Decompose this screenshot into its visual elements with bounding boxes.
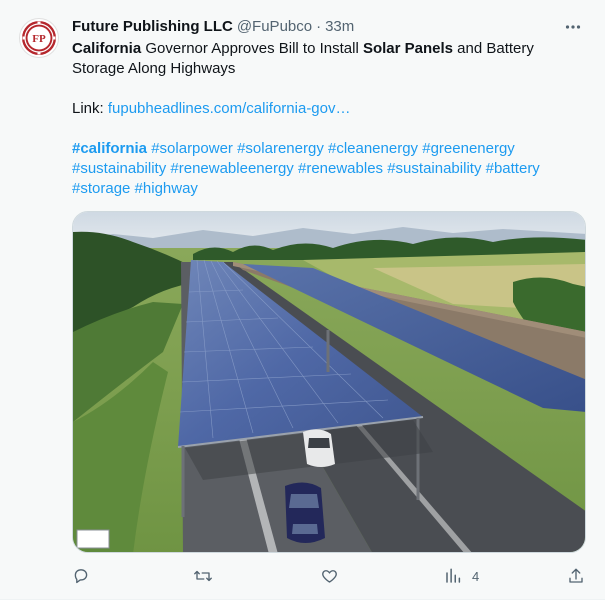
share-icon — [569, 568, 583, 583]
action-bar: 4 — [72, 566, 587, 588]
views-count: 4 — [472, 568, 480, 584]
hashtag[interactable]: #solarenergy — [237, 140, 324, 157]
hashtag[interactable]: #sustainability — [387, 160, 481, 177]
headline-line-2: Storage Along Highways — [72, 60, 236, 77]
share-button[interactable] — [567, 566, 585, 586]
retweet-icon — [194, 570, 212, 582]
hashtag[interactable]: #battery — [486, 160, 540, 177]
hashtag[interactable]: #renewables — [298, 160, 383, 177]
tweet-text: California Governor Approves Bill to Ins… — [72, 39, 587, 199]
author-handle[interactable]: @FuPubco — [237, 17, 312, 37]
hashtag-line-2: #sustainability #renewableenergy #renewa… — [72, 159, 587, 179]
highway-solar-canopy-photo — [73, 212, 585, 552]
fp-logo-icon: FP — [22, 21, 56, 55]
headline-line-1: California Governor Approves Bill to Ins… — [72, 39, 587, 59]
hashtag[interactable]: #storage — [72, 180, 130, 197]
article-link[interactable]: fupubheadlines.com/california-gov… — [108, 100, 351, 117]
separator-dot: · — [316, 18, 322, 35]
hashtag-line-3: #storage #highway — [72, 179, 587, 199]
retweet-button[interactable] — [193, 566, 213, 586]
hashtag[interactable]: #renewableenergy — [170, 160, 293, 177]
hashtag-line-1: #california #solarpower #solarenergy #cl… — [72, 139, 587, 159]
svg-text:FP: FP — [32, 33, 46, 45]
more-options-button[interactable] — [561, 15, 585, 39]
headline-bold-solar: Solar Panels — [362, 40, 454, 57]
hashtag[interactable]: #solarpower — [151, 140, 233, 157]
headline-bold-california: California — [72, 40, 142, 57]
reply-icon — [74, 569, 88, 584]
tweet-card[interactable]: FP Future Publishing LLC @FuPubco · 33m … — [0, 0, 605, 600]
hashtag[interactable]: #sustainability — [72, 160, 166, 177]
more-icon — [565, 25, 581, 29]
headline-text-b: and Battery — [453, 40, 534, 57]
views-button[interactable]: 4 — [444, 566, 479, 586]
author-avatar[interactable]: FP — [19, 18, 59, 58]
hashtag[interactable]: #cleanenergy — [328, 140, 418, 157]
author-name[interactable]: Future Publishing LLC — [72, 17, 233, 37]
post-image[interactable] — [72, 211, 586, 553]
link-line: Link: fupubheadlines.com/california-gov… — [72, 99, 587, 119]
post-time[interactable]: 33m — [325, 17, 354, 37]
heart-icon — [322, 570, 337, 583]
car-white — [303, 429, 335, 467]
headline-text-a: Governor Approves Bill to Install — [141, 40, 363, 57]
hashtag[interactable]: #california — [72, 140, 147, 157]
hashtag[interactable]: #greenenergy — [422, 140, 515, 157]
car-blue — [285, 482, 325, 543]
hashtag[interactable]: #highway — [135, 180, 198, 197]
tweet-header: Future Publishing LLC @FuPubco · 33m — [72, 17, 585, 37]
link-label: Link: — [72, 100, 108, 117]
views-icon — [446, 568, 461, 583]
reply-button[interactable] — [72, 566, 90, 586]
like-button[interactable] — [320, 566, 339, 586]
